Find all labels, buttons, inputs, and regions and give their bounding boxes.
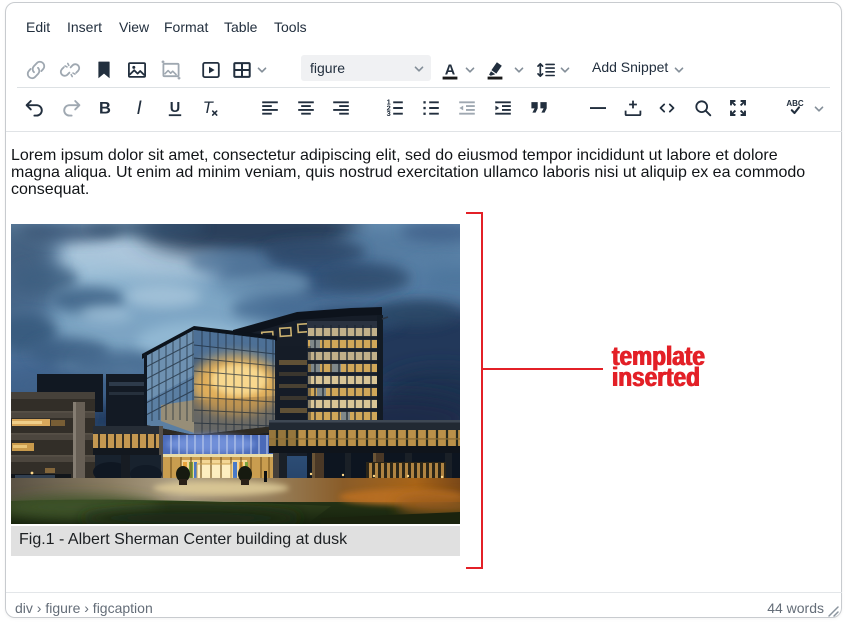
svg-text:ABC: ABC [786,99,804,108]
svg-text:3: 3 [387,109,391,118]
svg-text:U: U [170,100,180,116]
svg-text:A: A [445,62,456,78]
svg-text:I: I [137,98,143,119]
svg-text:B: B [99,99,111,117]
